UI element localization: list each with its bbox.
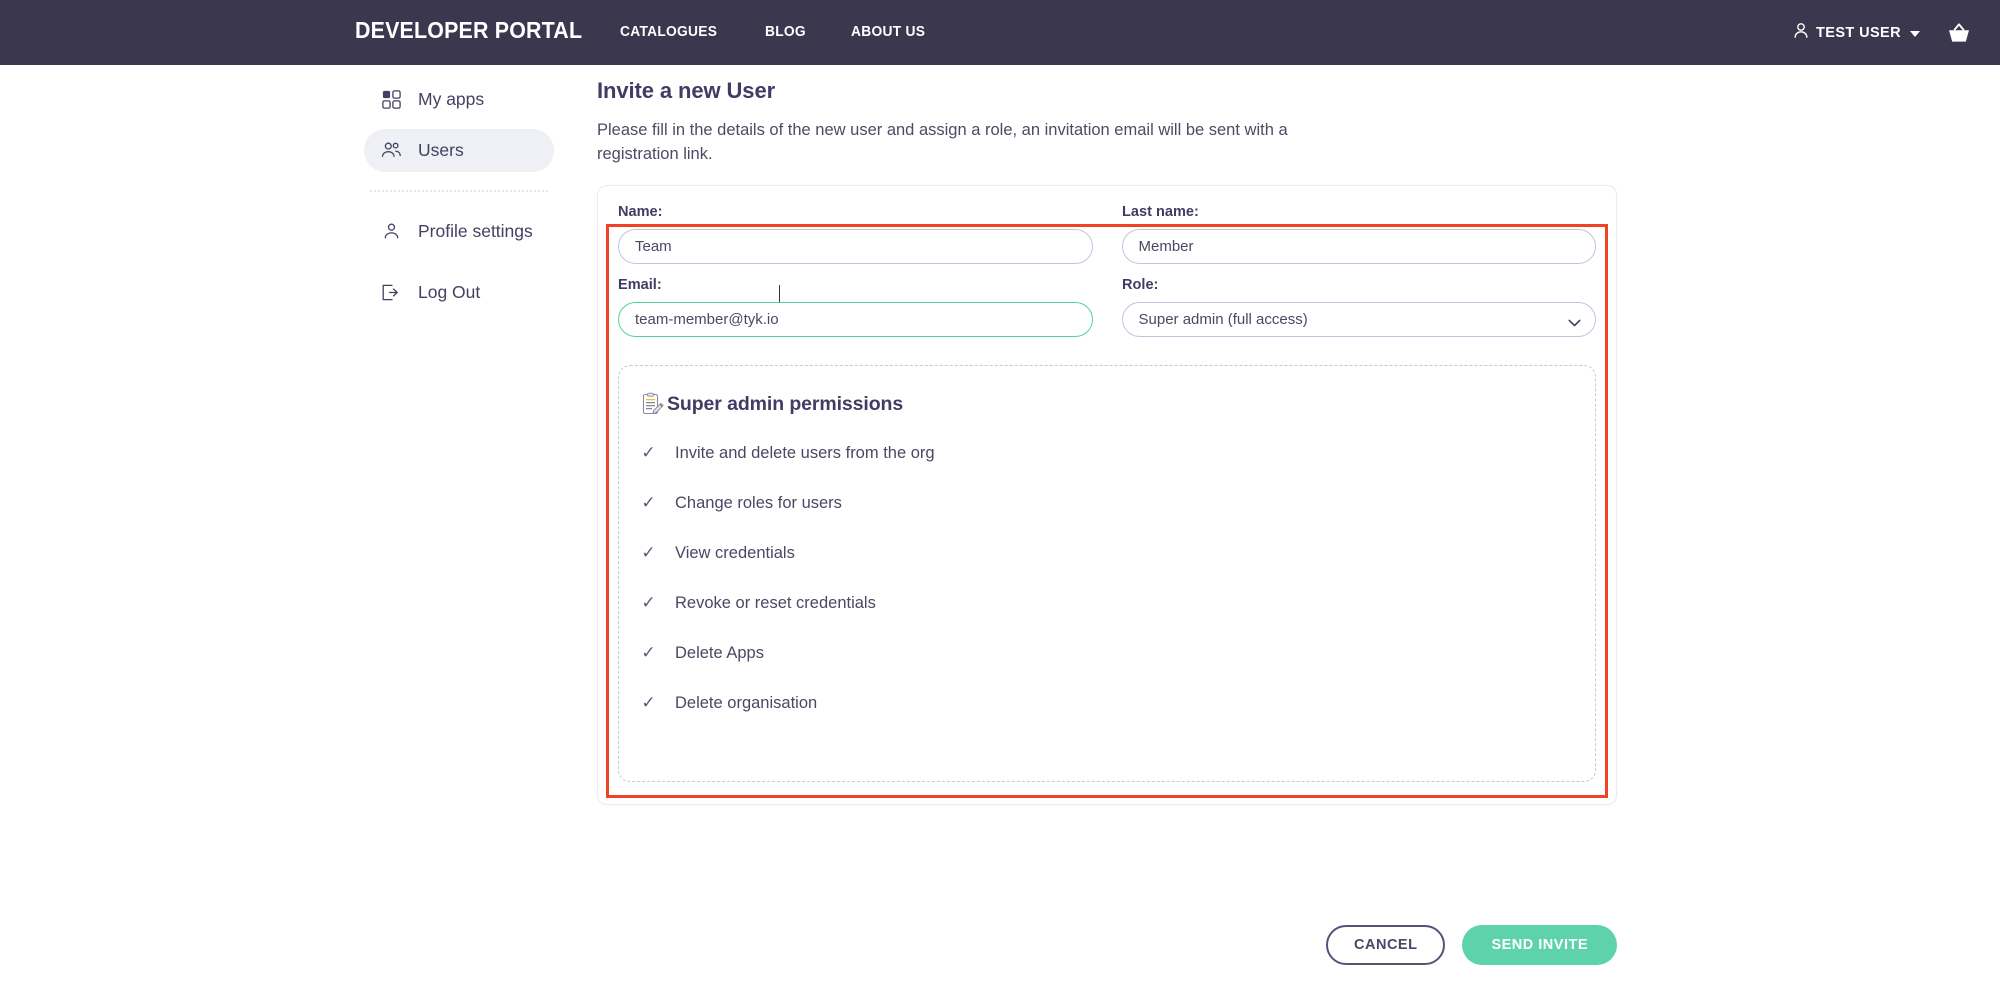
permissions-title: Super admin permissions — [667, 393, 903, 416]
nav-link-about-us[interactable]: ABOUT US — [851, 24, 925, 40]
sidebar-group-primary: My apps Users — [364, 78, 554, 172]
user-menu-label: TEST USER — [1816, 25, 1901, 41]
email-input[interactable] — [618, 302, 1093, 337]
sidebar-item-label: My apps — [418, 89, 484, 110]
top-header-bar: DEVELOPER PORTAL CATALOGUES BLOG ABOUT U… — [0, 0, 2000, 65]
permissions-panel: Super admin permissions ✓ Invite and del… — [618, 365, 1596, 782]
grid-apps-icon — [380, 89, 402, 111]
send-invite-button[interactable]: SEND INVITE — [1462, 925, 1617, 965]
person-icon — [1793, 22, 1809, 43]
sidebar-item-label: Profile settings — [418, 221, 533, 242]
cancel-button[interactable]: CANCEL — [1326, 925, 1445, 965]
check-icon: ✓ — [641, 693, 656, 713]
check-icon: ✓ — [641, 643, 656, 663]
form-actions: CANCEL SEND INVITE — [597, 925, 1617, 965]
users-icon — [380, 140, 402, 162]
last-name-field-row: Last name: — [1122, 203, 1597, 264]
sidebar-item-label: Log Out — [418, 282, 480, 303]
role-field-row: Role: Super admin (full access) — [1122, 276, 1597, 337]
header-user-zone: TEST USER — [1793, 0, 1972, 65]
page-title: Invite a new User — [597, 78, 1617, 104]
permission-item: ✓ Invite and delete users from the org — [641, 443, 1595, 493]
permission-label: Revoke or reset credentials — [675, 594, 876, 613]
sidebar-item-users[interactable]: Users — [364, 129, 554, 172]
sidebar-item-log-out[interactable]: Log Out — [364, 271, 554, 314]
permission-item: ✓ Delete Apps — [641, 643, 1595, 693]
memo-icon — [641, 392, 665, 417]
permissions-header: Super admin permissions — [641, 392, 1595, 417]
sidebar-item-profile-settings[interactable]: Profile settings — [364, 210, 554, 253]
invite-form-card: Name: Last name: Email: Role: Super admi… — [597, 185, 1617, 805]
permission-item: ✓ Revoke or reset credentials — [641, 593, 1595, 643]
role-label: Role: — [1122, 276, 1582, 293]
name-label: Name: — [618, 203, 1078, 220]
text-cursor — [779, 285, 780, 302]
permission-label: Change roles for users — [675, 494, 842, 513]
last-name-label: Last name: — [1122, 203, 1582, 220]
permission-label: View credentials — [675, 544, 795, 563]
nav-link-blog[interactable]: BLOG — [765, 24, 806, 40]
check-icon: ✓ — [641, 493, 656, 513]
sidebar-navigation: My apps Users Profile sett — [364, 78, 554, 332]
role-select-wrapper: Super admin (full access) — [1122, 302, 1597, 337]
check-icon: ✓ — [641, 443, 656, 463]
invite-form-grid: Name: Last name: Email: Role: Super admi… — [618, 203, 1596, 337]
logout-icon — [380, 282, 402, 304]
name-field-row: Name: — [618, 203, 1093, 264]
sidebar-item-label: Users — [418, 140, 464, 161]
main-content: Invite a new User Please fill in the det… — [597, 78, 1617, 805]
brand-logo[interactable]: DEVELOPER PORTAL — [355, 17, 582, 44]
check-icon: ✓ — [641, 543, 656, 563]
permission-item: ✓ Change roles for users — [641, 493, 1595, 543]
permission-label: Delete Apps — [675, 644, 764, 663]
sidebar-group-secondary: Profile settings Log Out — [364, 210, 554, 314]
main-navigation: CATALOGUES BLOG ABOUT US — [620, 24, 930, 40]
last-name-input[interactable] — [1122, 229, 1597, 264]
email-field-row: Email: — [618, 276, 1093, 337]
name-input[interactable] — [618, 229, 1093, 264]
page-subtitle: Please fill in the details of the new us… — [597, 118, 1347, 167]
sidebar-item-my-apps[interactable]: My apps — [364, 78, 554, 121]
permission-label: Delete organisation — [675, 694, 817, 713]
nav-link-catalogues[interactable]: CATALOGUES — [620, 24, 717, 40]
permission-item: ✓ Delete organisation — [641, 693, 1595, 743]
user-menu-button[interactable]: TEST USER — [1793, 22, 1920, 43]
email-label: Email: — [618, 276, 1078, 293]
permission-item: ✓ View credentials — [641, 543, 1595, 593]
permission-label: Invite and delete users from the org — [675, 444, 935, 463]
person-outline-icon — [380, 221, 402, 243]
permissions-list: ✓ Invite and delete users from the org ✓… — [641, 443, 1595, 743]
sidebar-divider — [370, 190, 548, 192]
role-select[interactable]: Super admin (full access) — [1122, 302, 1597, 337]
chevron-down-icon — [1910, 31, 1920, 37]
check-icon: ✓ — [641, 593, 656, 613]
basket-icon[interactable] — [1946, 21, 1972, 45]
